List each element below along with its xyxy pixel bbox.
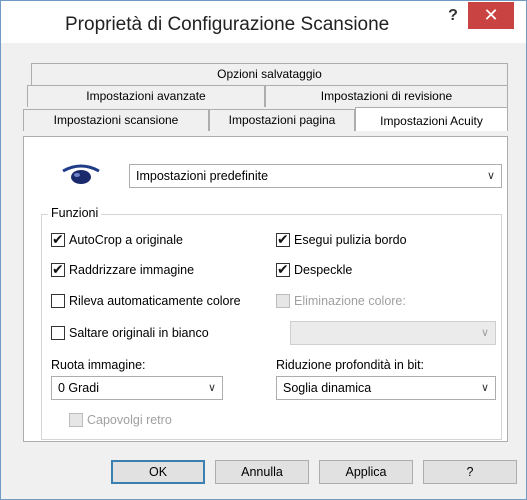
check-icon: ✔ bbox=[52, 261, 64, 277]
help-title-button[interactable]: ? bbox=[441, 5, 465, 29]
check-icon: ✔ bbox=[52, 231, 64, 247]
autocrop-label: AutoCrop a originale bbox=[69, 233, 183, 247]
tab-impostazioni-avanzate[interactable]: Impostazioni avanzate bbox=[27, 85, 265, 107]
window-title: Proprietà di Configurazione Scansione bbox=[65, 14, 390, 35]
tab-impostazioni-revisione[interactable]: Impostazioni di revisione bbox=[265, 85, 508, 107]
checkbox-box[interactable] bbox=[51, 326, 65, 340]
ruota-label: Ruota immagine: bbox=[51, 358, 146, 372]
checkbox-box[interactable] bbox=[51, 294, 65, 308]
riduzione-select[interactable]: Soglia dinamica ∨ bbox=[276, 376, 496, 400]
autocrop-checkbox[interactable]: ✔ AutoCrop a originale bbox=[51, 231, 183, 247]
title-bar[interactable]: Proprietà di Configurazione Scansione ? … bbox=[1, 1, 526, 43]
checkbox-box[interactable]: ✔ bbox=[276, 261, 290, 277]
checkbox-box[interactable]: ✔ bbox=[51, 231, 65, 247]
funzioni-label: Funzioni bbox=[48, 206, 102, 220]
check-icon: ✔ bbox=[277, 231, 289, 247]
chevron-down-icon: ∨ bbox=[480, 382, 489, 394]
despeckle-label: Despeckle bbox=[294, 263, 353, 277]
close-button[interactable]: ✕ bbox=[468, 2, 514, 29]
capovolgi-checkbox[interactable]: Capovolgi retro bbox=[69, 413, 172, 427]
chevron-down-icon: ∨ bbox=[486, 170, 495, 182]
capovolgi-label: Capovolgi retro bbox=[87, 413, 172, 427]
raddrizzare-checkbox[interactable]: ✔ Raddrizzare immagine bbox=[51, 261, 195, 277]
applica-button[interactable]: Applica bbox=[319, 460, 413, 484]
chevron-down-icon: ∨ bbox=[480, 327, 489, 339]
eliminazione-colore-select[interactable]: ∨ bbox=[290, 321, 496, 345]
riduzione-label: Riduzione profondità in bit: bbox=[276, 358, 425, 372]
checkbox-box[interactable]: ✔ bbox=[51, 261, 65, 277]
saltare-bianco-label: Saltare originali in bianco bbox=[69, 326, 209, 340]
preset-value: Impostazioni predefinite bbox=[136, 169, 269, 183]
despeckle-checkbox[interactable]: ✔ Despeckle bbox=[276, 261, 353, 277]
pulizia-bordo-label: Esegui pulizia bordo bbox=[294, 233, 407, 247]
ruota-select[interactable]: 0 Gradi ∨ bbox=[51, 376, 223, 400]
check-icon: ✔ bbox=[277, 261, 289, 277]
eliminazione-colore-label: Eliminazione colore: bbox=[294, 294, 406, 308]
tab-impostazioni-pagina[interactable]: Impostazioni pagina bbox=[209, 109, 355, 131]
rileva-colore-checkbox[interactable]: Rileva automaticamente colore bbox=[51, 294, 241, 308]
riduzione-value: Soglia dinamica bbox=[283, 381, 372, 395]
annulla-button[interactable]: Annulla bbox=[215, 460, 309, 484]
rileva-colore-label: Rileva automaticamente colore bbox=[69, 294, 241, 308]
pulizia-bordo-checkbox[interactable]: ✔ Esegui pulizia bordo bbox=[276, 231, 407, 247]
dialog-window: Proprietà di Configurazione Scansione ? … bbox=[0, 0, 527, 500]
tab-impostazioni-scansione[interactable]: Impostazioni scansione bbox=[23, 109, 209, 131]
saltare-bianco-checkbox[interactable]: Saltare originali in bianco bbox=[51, 326, 209, 340]
tab-impostazioni-acuity[interactable]: Impostazioni Acuity bbox=[355, 107, 508, 131]
preset-select[interactable]: Impostazioni predefinite ∨ bbox=[129, 164, 502, 188]
chevron-down-icon: ∨ bbox=[207, 382, 216, 394]
ok-button[interactable]: OK bbox=[111, 460, 205, 484]
help-button[interactable]: ? bbox=[423, 460, 517, 484]
checkbox-box[interactable] bbox=[69, 413, 83, 427]
checkbox-box[interactable] bbox=[276, 294, 290, 308]
eliminazione-colore-checkbox[interactable]: Eliminazione colore: bbox=[276, 294, 406, 308]
ruota-value: 0 Gradi bbox=[58, 381, 99, 395]
tab-opzioni-salvataggio[interactable]: Opzioni salvataggio bbox=[31, 63, 508, 85]
eye-icon bbox=[62, 164, 100, 184]
checkbox-box[interactable]: ✔ bbox=[276, 231, 290, 247]
raddrizzare-label: Raddrizzare immagine bbox=[69, 263, 195, 277]
